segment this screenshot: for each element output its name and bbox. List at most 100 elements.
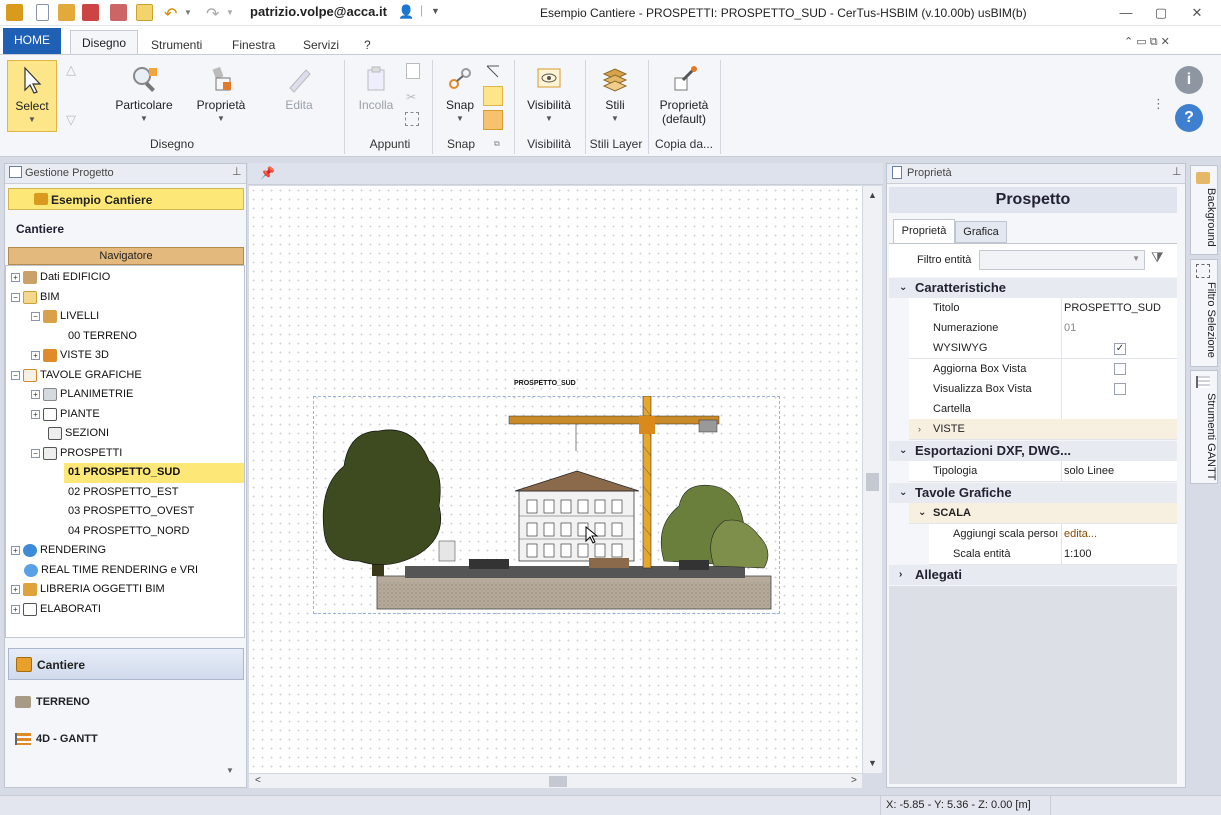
prop-row-aggiorna-box[interactable]: Aggiorna Box Vista xyxy=(909,359,1177,380)
category-esportazioni[interactable]: ⌄ Esportazioni DXF, DWG... xyxy=(889,441,1177,461)
tree-item-livelli[interactable]: − LIVELLI xyxy=(31,307,99,327)
tree-item-02-prospetto-est[interactable]: 02 PROSPETTO_EST xyxy=(68,483,178,503)
undo-dropdown-icon[interactable]: ▼ xyxy=(184,8,192,17)
tab-grafica[interactable]: Grafica xyxy=(955,221,1007,243)
redo-dropdown-icon[interactable]: ▼ xyxy=(226,8,234,17)
navigator-header[interactable]: Navigatore xyxy=(8,247,244,265)
scroll-thumb[interactable] xyxy=(549,776,567,787)
tree-item-prospetti[interactable]: − PROSPETTI xyxy=(31,444,122,464)
user-account[interactable]: patrizio.volpe@acca.it xyxy=(250,4,387,19)
customize-quick-access-icon[interactable]: ▼ xyxy=(431,6,440,16)
tab-finestra[interactable]: Finestra xyxy=(232,38,275,52)
tree-item-00-terreno[interactable]: 00 TERRENO xyxy=(68,327,137,347)
prop-row-viste[interactable]: › VISTE xyxy=(909,419,1177,440)
tree-item-dati-edificio[interactable]: + Dati EDIFICIO xyxy=(11,268,110,288)
prop-row-cartella[interactable]: Cartella xyxy=(909,399,1177,420)
pin-icon[interactable]: 📌 xyxy=(260,166,275,180)
tree-item-libreria-oggetti-bim[interactable]: + LIBRERIA OGGETTI BIM xyxy=(11,580,165,600)
expand-icon[interactable]: + xyxy=(31,409,40,419)
proprieta-default-button[interactable]: Proprietà (default) xyxy=(652,64,716,126)
expand-icon[interactable]: + xyxy=(11,545,20,555)
proprieta-button[interactable]: Proprietà ▼ xyxy=(189,64,253,123)
open-folder-icon[interactable] xyxy=(58,4,75,21)
tree-item-03-prospetto-ovest[interactable]: 03 PROSPETTO_OVEST xyxy=(68,502,194,522)
select-all-icon[interactable] xyxy=(405,112,419,126)
snap-grid-icon[interactable] xyxy=(483,86,503,106)
collapse-icon[interactable]: − xyxy=(11,370,20,380)
tree-item-rendering[interactable]: + RENDERING xyxy=(11,541,106,561)
scroll-up-icon[interactable]: ▲ xyxy=(868,190,877,200)
ribbon-overflow-icon[interactable]: ⋮ xyxy=(1152,96,1165,112)
nav-gantt[interactable]: 4D - GANTT xyxy=(8,727,244,753)
info-icon[interactable]: i xyxy=(1175,66,1203,94)
save-icon[interactable] xyxy=(82,4,99,21)
prop-row-titolo[interactable]: Titolo PROSPETTO_SUD xyxy=(909,298,1177,319)
snap-dialog-launcher-icon[interactable]: ⧉ xyxy=(494,139,500,149)
maximize-button[interactable]: ▢ xyxy=(1150,3,1172,23)
tree-item-sezioni[interactable]: SEZIONI xyxy=(48,424,109,444)
tree-item-planimetrie[interactable]: + PLANIMETRIE xyxy=(31,385,133,405)
prop-row-numerazione[interactable]: Numerazione 01 xyxy=(909,318,1177,339)
tab-help[interactable]: ? xyxy=(364,38,371,52)
tab-home[interactable]: HOME xyxy=(3,28,61,54)
expand-icon[interactable]: + xyxy=(31,389,40,399)
user-icon[interactable]: 👤 xyxy=(398,4,414,20)
tab-strumenti[interactable]: Strumenti xyxy=(151,38,202,52)
tree-item-viste-3d[interactable]: + VISTE 3D xyxy=(31,346,109,366)
redo-icon[interactable]: ↷ xyxy=(206,4,219,24)
undo-icon[interactable]: ↶ xyxy=(164,4,177,24)
tree-item-bim[interactable]: − BIM xyxy=(11,288,60,308)
collapse-icon[interactable]: − xyxy=(31,311,40,321)
scroll-down-icon[interactable]: ▼ xyxy=(868,758,877,768)
snap-button[interactable]: Snap ▼ xyxy=(439,64,481,123)
pin-icon[interactable]: ⊥ xyxy=(232,165,242,178)
visualizza-box-checkbox[interactable] xyxy=(1114,383,1126,395)
elevation-drawing[interactable] xyxy=(319,396,779,611)
prop-row-visualizza-box[interactable]: Visualizza Box Vista xyxy=(909,379,1177,400)
visibilita-button[interactable]: Visibilità ▼ xyxy=(521,64,577,123)
prop-value[interactable] xyxy=(1061,399,1176,419)
category-allegati[interactable]: › Allegati xyxy=(889,565,1177,585)
horizontal-scrollbar[interactable]: < > xyxy=(249,773,862,788)
nav-expand-icon[interactable]: ▼ xyxy=(226,766,234,775)
prop-row-scala[interactable]: ⌄ SCALA xyxy=(909,503,1177,524)
snap-pattern-icon[interactable] xyxy=(483,110,503,130)
help-icon[interactable]: ? xyxy=(1175,104,1203,132)
expand-icon[interactable]: + xyxy=(11,272,20,282)
category-caratteristiche[interactable]: ⌄ Caratteristiche xyxy=(889,278,1177,298)
wysiwyg-checkbox[interactable]: ✓ xyxy=(1114,343,1126,355)
select-button[interactable]: Select ▼ xyxy=(7,60,57,132)
tab-disegno[interactable]: Disegno xyxy=(70,30,138,55)
copy-icon[interactable] xyxy=(406,63,420,79)
filter-entity-select[interactable]: ▼ xyxy=(979,250,1145,270)
expand-icon[interactable]: + xyxy=(11,584,20,594)
close-button[interactable]: ✕ xyxy=(1186,3,1208,23)
tree-item-elaborati[interactable]: + ELABORATI xyxy=(11,600,101,620)
project-name-bar[interactable]: Esempio Cantiere xyxy=(8,188,244,210)
prop-value[interactable]: PROSPETTO_SUD xyxy=(1061,298,1176,318)
particolare-button[interactable]: Particolare ▼ xyxy=(110,64,178,123)
category-tavole-grafiche[interactable]: ⌄ Tavole Grafiche xyxy=(889,483,1177,503)
ribbon-controls[interactable]: ⌃ ▭ ⧉ ✕ xyxy=(1124,35,1170,49)
prop-value[interactable]: solo Linee xyxy=(1061,461,1176,481)
tab-servizi[interactable]: Servizi xyxy=(303,38,339,52)
pin-icon[interactable]: ⊥ xyxy=(1172,165,1182,178)
tree-item-real-time-rendering[interactable]: REAL TIME RENDERING e VRI xyxy=(24,561,198,581)
prop-row-aggiungi-scala[interactable]: Aggiungi scala persoı edita... xyxy=(929,524,1177,545)
vertical-scrollbar[interactable]: ▲ ▼ xyxy=(862,186,882,773)
tab-proprieta[interactable]: Proprietà xyxy=(893,219,955,243)
nav-terreno[interactable]: TERRENO xyxy=(8,690,244,716)
incolla-button[interactable]: Incolla xyxy=(352,64,400,112)
prop-value[interactable]: edita... xyxy=(1061,524,1176,544)
prop-row-wysiwyg[interactable]: WYSIWYG ✓ xyxy=(909,338,1177,359)
print-icon[interactable] xyxy=(110,4,127,21)
tree-item-piante[interactable]: + PIANTE xyxy=(31,405,100,425)
stili-button[interactable]: Stili ▼ xyxy=(593,64,637,123)
tree-item-04-prospetto-nord[interactable]: 04 PROSPETTO_NORD xyxy=(68,522,189,542)
app-icon[interactable] xyxy=(6,4,23,21)
scroll-left-icon[interactable]: < xyxy=(255,775,261,786)
aggiorna-box-checkbox[interactable] xyxy=(1114,363,1126,375)
new-file-icon[interactable] xyxy=(36,4,49,21)
cut-icon[interactable]: ✂ xyxy=(406,90,416,104)
collapse-icon[interactable]: − xyxy=(11,292,20,302)
